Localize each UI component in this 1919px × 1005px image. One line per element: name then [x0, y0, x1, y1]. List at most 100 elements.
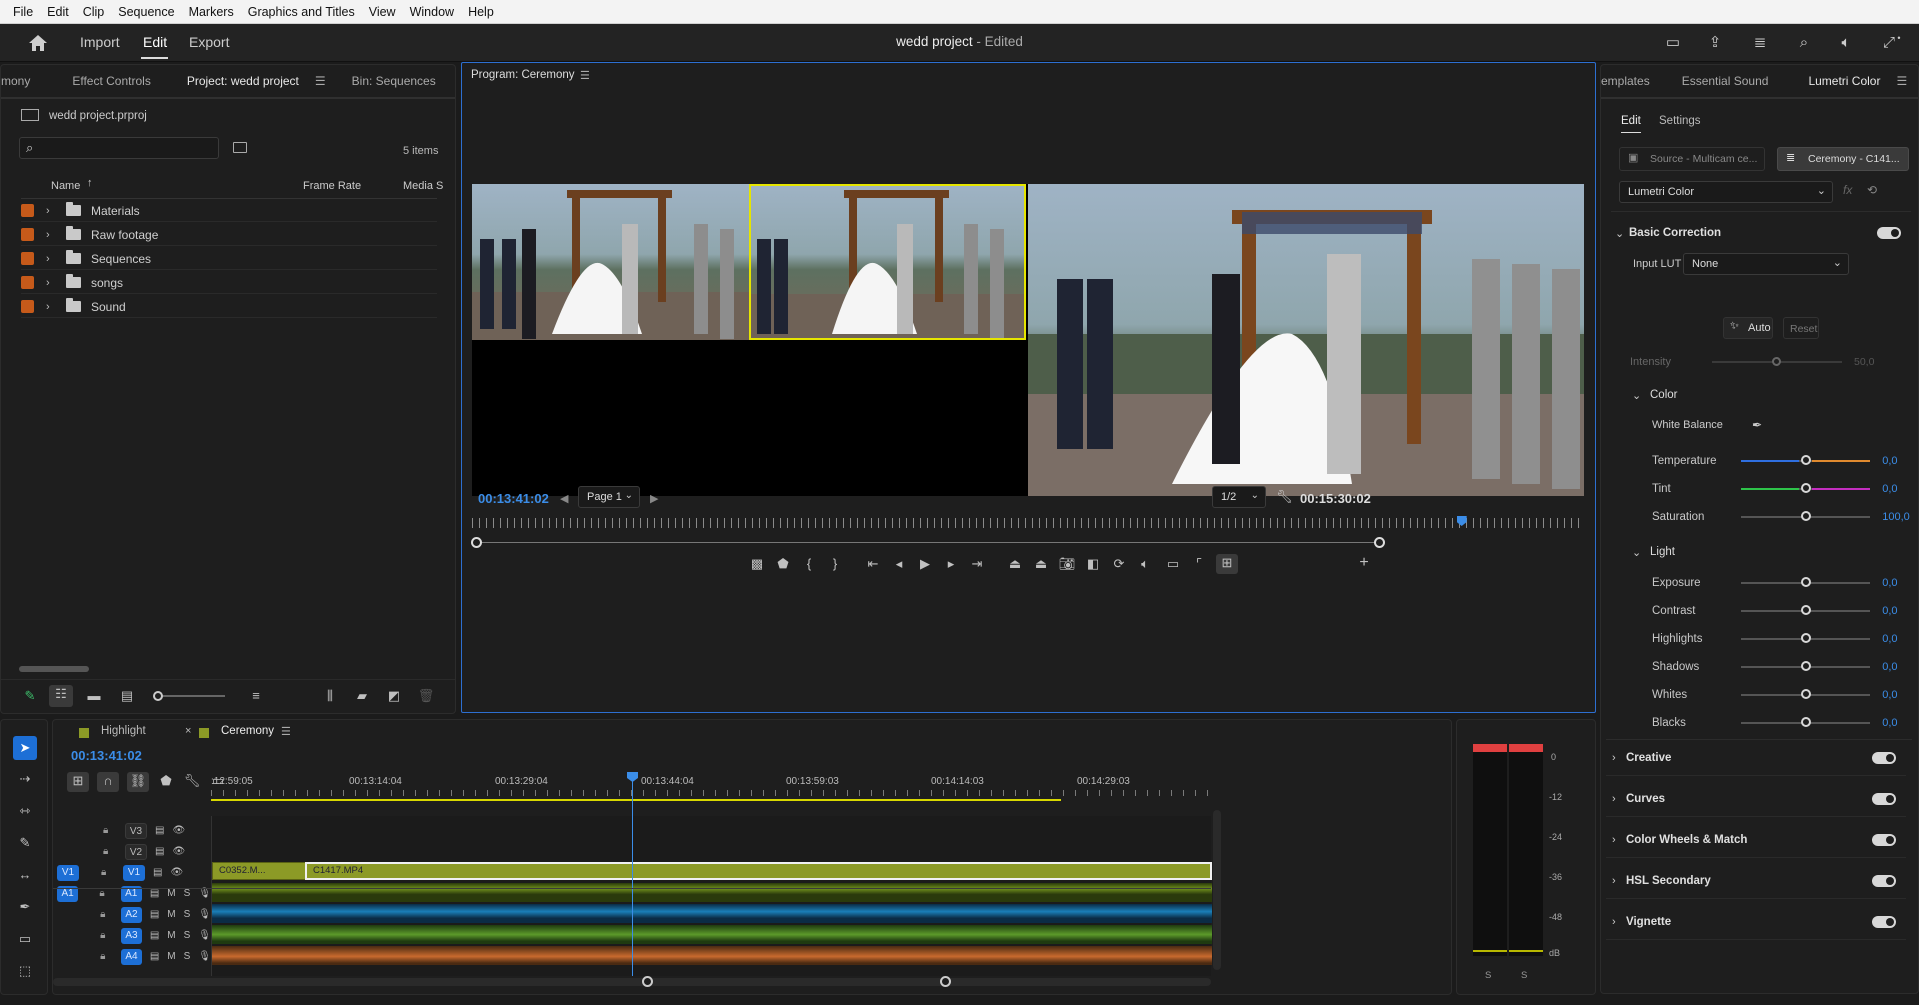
- razor-icon[interactable]: ✎: [15, 834, 35, 852]
- program-tab[interactable]: Program: Ceremony: [471, 69, 575, 81]
- share-icon[interactable]: ⇪: [1705, 33, 1725, 53]
- input-lut-select[interactable]: None ⌄: [1683, 253, 1849, 275]
- basic-correction-header[interactable]: ⌄ Basic Correction: [1611, 215, 1911, 251]
- light-group-header[interactable]: ⌄ Light: [1630, 541, 1910, 563]
- column-frame-rate[interactable]: Frame Rate: [303, 180, 361, 192]
- workspace-layout-icon[interactable]: ▭: [1663, 33, 1683, 53]
- menu-sequence[interactable]: Sequence: [111, 5, 181, 19]
- tab-highlight[interactable]: Highlight: [101, 725, 146, 737]
- tab-lumetri-color[interactable]: Lumetri Color: [1780, 74, 1892, 88]
- color-wheels-toggle[interactable]: [1872, 833, 1896, 846]
- list-view-icon[interactable]: ☷: [49, 685, 73, 707]
- contrast-slider[interactable]: [1741, 605, 1871, 615]
- multicam-icon[interactable]: ⟳: [1110, 555, 1128, 573]
- timeline-timecode[interactable]: 00:13:41:02: [71, 748, 142, 763]
- panel-menu-icon[interactable]: ☰: [281, 725, 291, 738]
- list-item[interactable]: › Raw footage: [21, 224, 437, 246]
- timeline-ruler[interactable]: :12:59:05 00:13:14:04 00:13:29:04 00:13:…: [211, 772, 1211, 804]
- eye-icon[interactable]: 👁︎: [172, 825, 185, 836]
- step-forward-icon[interactable]: ▸: [942, 555, 960, 573]
- audio-clip-a2[interactable]: [212, 904, 1212, 923]
- go-to-in-icon[interactable]: ⇤: [864, 555, 882, 573]
- section-hsl-secondary[interactable]: › HSL Secondary: [1606, 863, 1906, 899]
- new-item-icon[interactable]: ◩: [385, 687, 403, 705]
- solo-right-button[interactable]: S: [1521, 970, 1527, 981]
- solo-left-button[interactable]: S: [1485, 970, 1491, 981]
- slip-tool-icon[interactable]: ↔: [15, 866, 35, 884]
- mark-in-icon[interactable]: {: [800, 555, 818, 573]
- reset-effect-icon[interactable]: ⟲: [1867, 183, 1877, 197]
- next-page-icon[interactable]: ▶: [650, 492, 658, 505]
- slider-knob[interactable]: [1801, 633, 1812, 643]
- source-patch-v1[interactable]: V1: [57, 864, 79, 881]
- more-tabs-icon[interactable]: »: [448, 74, 455, 88]
- intensity-slider[interactable]: [1712, 357, 1842, 366]
- color-group-header[interactable]: ⌄ Color: [1630, 384, 1910, 406]
- hand-tool-icon[interactable]: ⬚: [15, 962, 35, 980]
- horizontal-scrollbar[interactable]: [53, 978, 1211, 986]
- slider-knob[interactable]: [1801, 605, 1812, 615]
- chevron-right-icon[interactable]: ›: [46, 253, 60, 265]
- label-color-swatch[interactable]: [21, 228, 34, 241]
- panel-menu-icon[interactable]: ☰: [315, 74, 326, 88]
- label-color-swatch[interactable]: [21, 252, 34, 265]
- temperature-slider[interactable]: [1741, 455, 1871, 465]
- panel-menu-icon[interactable]: ☰: [1896, 74, 1907, 88]
- section-vignette[interactable]: › Vignette: [1606, 904, 1906, 940]
- linked-selection-icon[interactable]: ⛓︎: [127, 772, 149, 792]
- slider-knob[interactable]: [1801, 689, 1812, 699]
- blacks-slider[interactable]: [1741, 717, 1871, 727]
- section-curves[interactable]: › Curves: [1606, 781, 1906, 817]
- menu-clip[interactable]: Clip: [76, 5, 112, 19]
- tab-project[interactable]: Project: wedd project: [163, 74, 311, 88]
- lift-icon[interactable]: ⏏︎: [1006, 555, 1024, 573]
- wrench-icon[interactable]: 🔧︎: [1276, 489, 1293, 505]
- menu-file[interactable]: File: [6, 5, 40, 19]
- chevron-right-icon[interactable]: ›: [46, 229, 60, 241]
- trash-icon[interactable]: 🗑︎: [417, 687, 435, 705]
- menu-markers[interactable]: Markers: [182, 5, 241, 19]
- slider-knob[interactable]: [1801, 483, 1812, 493]
- snap-icon[interactable]: ∩: [97, 772, 119, 792]
- mark-out-icon[interactable]: }: [826, 555, 844, 573]
- zoom-slider[interactable]: [155, 695, 225, 697]
- column-name[interactable]: Name: [51, 180, 80, 192]
- list-item[interactable]: › Materials: [21, 200, 437, 222]
- tint-slider[interactable]: [1741, 483, 1871, 493]
- freeform-view-icon[interactable]: ▤: [117, 687, 137, 705]
- selection-tool-icon[interactable]: ➤: [13, 736, 37, 760]
- compare-view-icon[interactable]: ◧: [1084, 555, 1102, 573]
- basic-correction-toggle[interactable]: [1877, 227, 1901, 239]
- menu-edit[interactable]: Edit: [40, 5, 76, 19]
- progress-icon[interactable]: ≣: [1750, 33, 1770, 53]
- eyedropper-icon[interactable]: ✒︎: [1752, 418, 1762, 432]
- highlights-slider[interactable]: [1741, 633, 1871, 643]
- label-color-swatch[interactable]: [21, 204, 34, 217]
- curves-toggle[interactable]: [1872, 792, 1896, 805]
- tab-ceremony[interactable]: Ceremony: [221, 725, 274, 737]
- more-tabs-icon[interactable]: »: [1907, 74, 1918, 88]
- video-frame[interactable]: [472, 184, 1584, 496]
- exposure-slider[interactable]: [1741, 577, 1871, 587]
- close-icon[interactable]: ×: [185, 725, 191, 737]
- scroll-handle-left[interactable]: [642, 976, 653, 987]
- volume-icon[interactable]: 🔈︎: [1836, 33, 1856, 53]
- export-frame-icon[interactable]: 📷︎: [1058, 555, 1076, 573]
- zoom-handle-left[interactable]: [471, 537, 482, 548]
- program-timecode[interactable]: 00:13:41:02: [478, 491, 549, 506]
- zoom-slider-knob[interactable]: [153, 691, 163, 701]
- track-select-icon[interactable]: ⇢: [15, 770, 35, 788]
- eye-icon[interactable]: 👁︎: [170, 867, 183, 878]
- reset-button[interactable]: Reset: [1783, 317, 1819, 339]
- audio-clip-a1[interactable]: [212, 883, 1212, 902]
- subtab-settings[interactable]: Settings: [1659, 115, 1701, 127]
- play-icon[interactable]: ▶: [916, 555, 934, 573]
- chevron-right-icon[interactable]: ›: [46, 277, 60, 289]
- menu-view[interactable]: View: [362, 5, 403, 19]
- menu-graphics[interactable]: Graphics and Titles: [241, 5, 362, 19]
- section-color-wheels[interactable]: › Color Wheels & Match: [1606, 822, 1906, 858]
- clip-indicator[interactable]: [1473, 744, 1507, 752]
- safe-margins-icon[interactable]: ▭: [1164, 555, 1182, 573]
- extract-icon[interactable]: ⏏︎: [1032, 555, 1050, 573]
- add-marker-icon[interactable]: ⬟: [157, 772, 175, 790]
